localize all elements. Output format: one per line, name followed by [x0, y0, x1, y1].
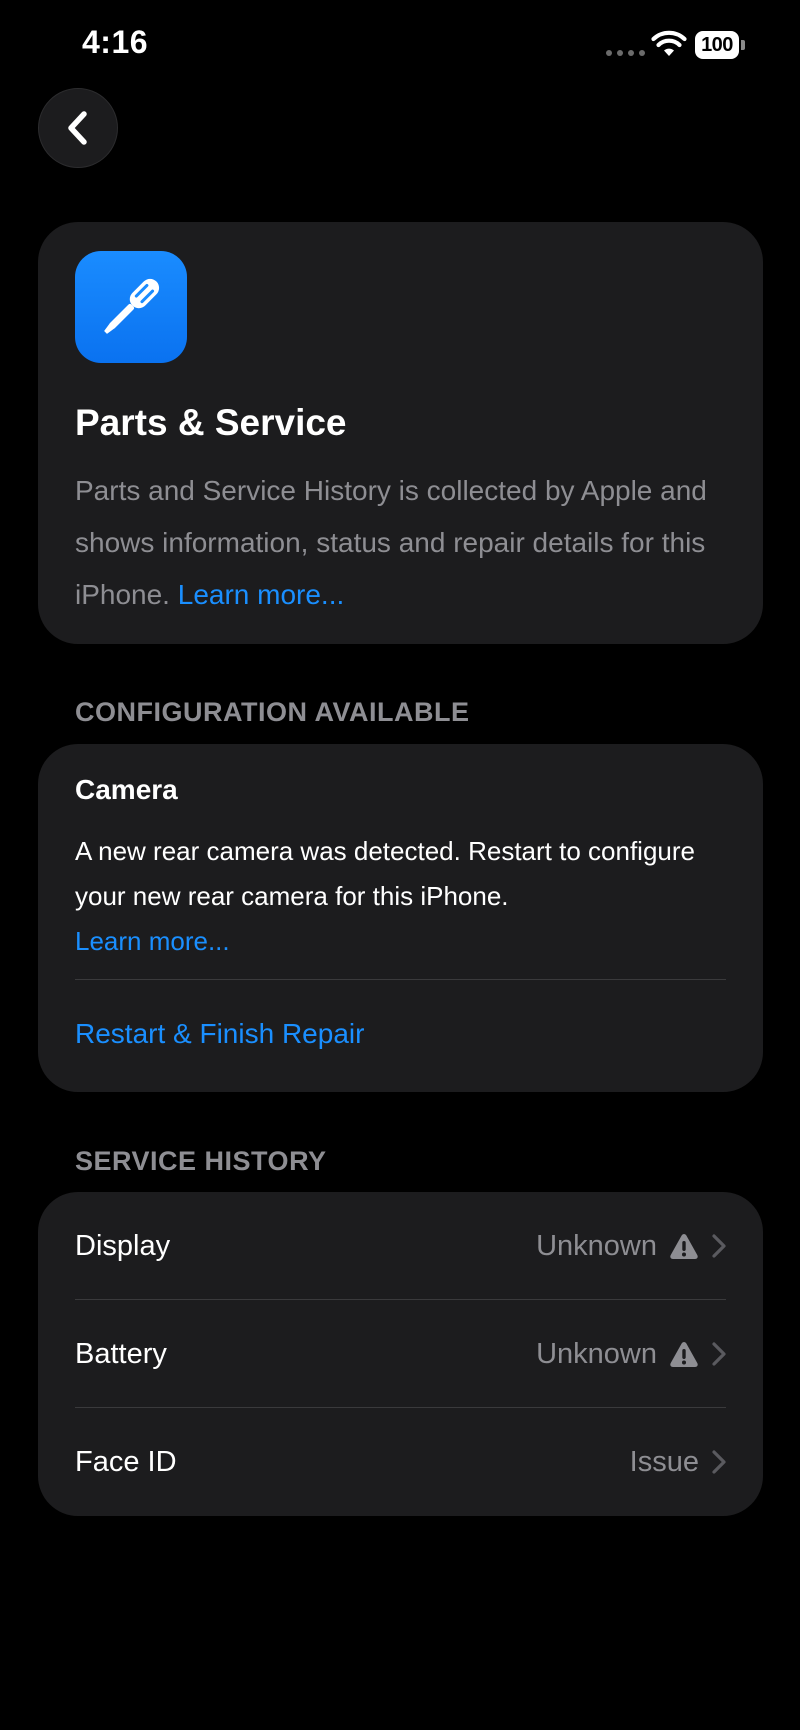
service-row-battery[interactable]: Battery Unknown	[38, 1300, 763, 1408]
divider	[75, 979, 726, 980]
learn-more-link[interactable]: Learn more...	[178, 579, 345, 610]
row-label: Battery	[75, 1338, 167, 1370]
description-text: Parts and Service History is collected b…	[75, 475, 707, 610]
status-bar: 4:16 100	[0, 0, 800, 90]
service-history-section-header: SERVICE HISTORY	[75, 1146, 327, 1176]
chevron-right-icon	[712, 1450, 726, 1474]
page-description: Parts and Service History is collected b…	[75, 465, 715, 621]
row-status: Issue	[629, 1445, 699, 1478]
row-label: Face ID	[75, 1446, 177, 1478]
page-title: Parts & Service	[75, 402, 347, 443]
chevron-right-icon	[712, 1234, 726, 1258]
service-row-display[interactable]: Display Unknown	[38, 1192, 763, 1300]
status-time: 4:16	[82, 24, 149, 60]
chevron-left-icon	[68, 111, 87, 145]
parts-service-card: Parts & Service Parts and Service Histor…	[38, 222, 763, 644]
camera-description: A new rear camera was detected. Restart …	[75, 836, 695, 911]
cellular-signal-icon	[606, 50, 645, 56]
row-status: Unknown	[536, 1229, 657, 1262]
camera-title: Camera	[75, 774, 178, 805]
warning-icon	[670, 1342, 698, 1367]
wifi-icon	[651, 30, 687, 56]
screwdriver-app-icon	[75, 251, 187, 363]
camera-learn-more-link[interactable]: Learn more...	[75, 919, 230, 964]
row-status: Unknown	[536, 1337, 657, 1370]
configuration-section-header: CONFIGURATION AVAILABLE	[75, 697, 470, 727]
row-label: Display	[75, 1230, 171, 1262]
warning-icon	[670, 1234, 698, 1259]
restart-finish-repair-button[interactable]: Restart & Finish Repair	[75, 1018, 364, 1050]
back-button[interactable]	[38, 88, 118, 168]
service-history-card: Display Unknown Battery Unknown Face ID …	[38, 1192, 763, 1516]
configuration-card: Camera A new rear camera was detected. R…	[38, 744, 763, 1092]
battery-icon: 100	[695, 31, 745, 59]
chevron-right-icon	[712, 1342, 726, 1366]
service-row-face-id[interactable]: Face ID Issue	[38, 1408, 763, 1516]
battery-level: 100	[695, 31, 739, 59]
screwdriver-icon	[104, 278, 160, 334]
